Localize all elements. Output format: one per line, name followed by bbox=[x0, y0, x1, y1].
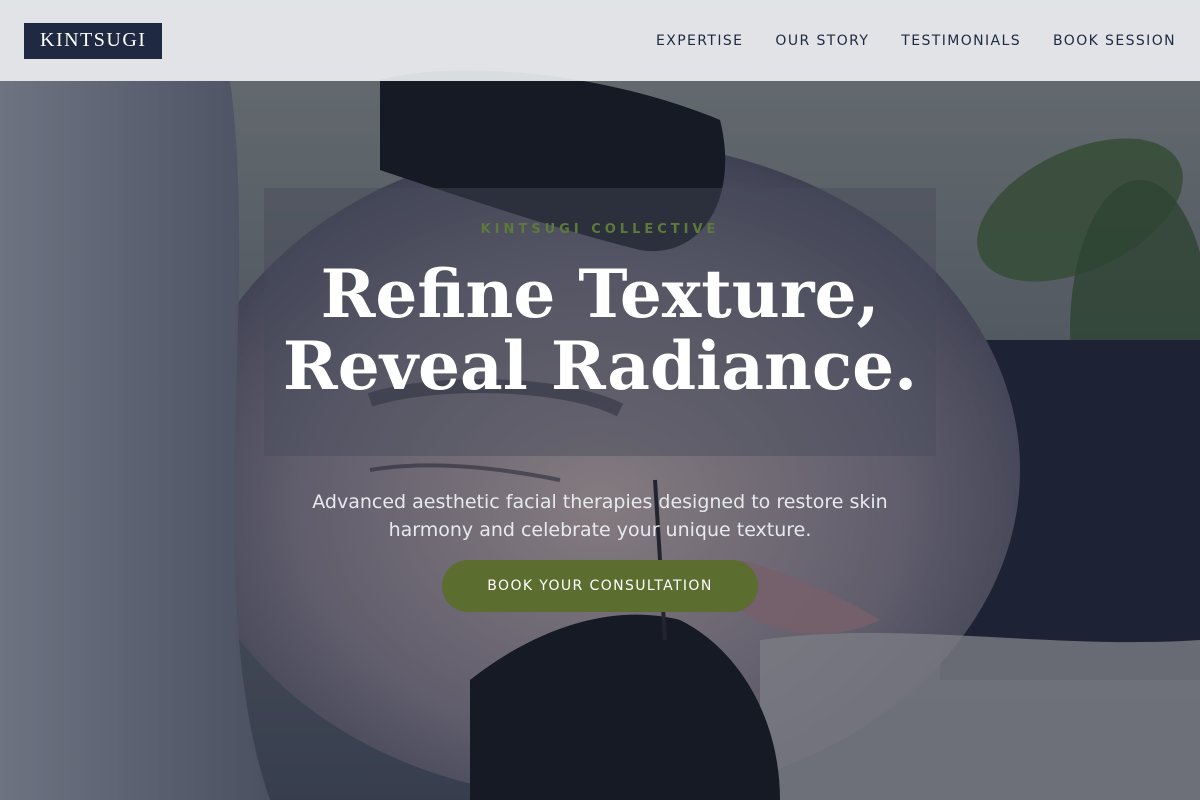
main-nav: EXPERTISE OUR STORY TESTIMONIALS BOOK SE… bbox=[624, 33, 1176, 49]
hero-eyebrow: KINTSUGI COLLECTIVE bbox=[480, 222, 720, 237]
hero-headline-line-1: Refine Texture, bbox=[320, 255, 880, 333]
site-header: KINTSUGI EXPERTISE OUR STORY TESTIMONIAL… bbox=[0, 0, 1200, 81]
nav-link-testimonials[interactable]: TESTIMONIALS bbox=[901, 33, 1021, 49]
logo[interactable]: KINTSUGI bbox=[24, 22, 163, 59]
hero-headline-line-2: Reveal Radiance. bbox=[282, 327, 918, 405]
hero-headline: Refine Texture, Reveal Radiance. bbox=[0, 258, 1200, 402]
nav-link-book-session[interactable]: BOOK SESSION bbox=[1053, 33, 1176, 49]
hero-subtext: Advanced aesthetic facial therapies desi… bbox=[312, 491, 888, 541]
nav-link-our-story[interactable]: OUR STORY bbox=[775, 33, 869, 49]
book-consultation-button[interactable]: BOOK YOUR CONSULTATION bbox=[442, 560, 758, 612]
nav-link-expertise[interactable]: EXPERTISE bbox=[656, 33, 743, 49]
